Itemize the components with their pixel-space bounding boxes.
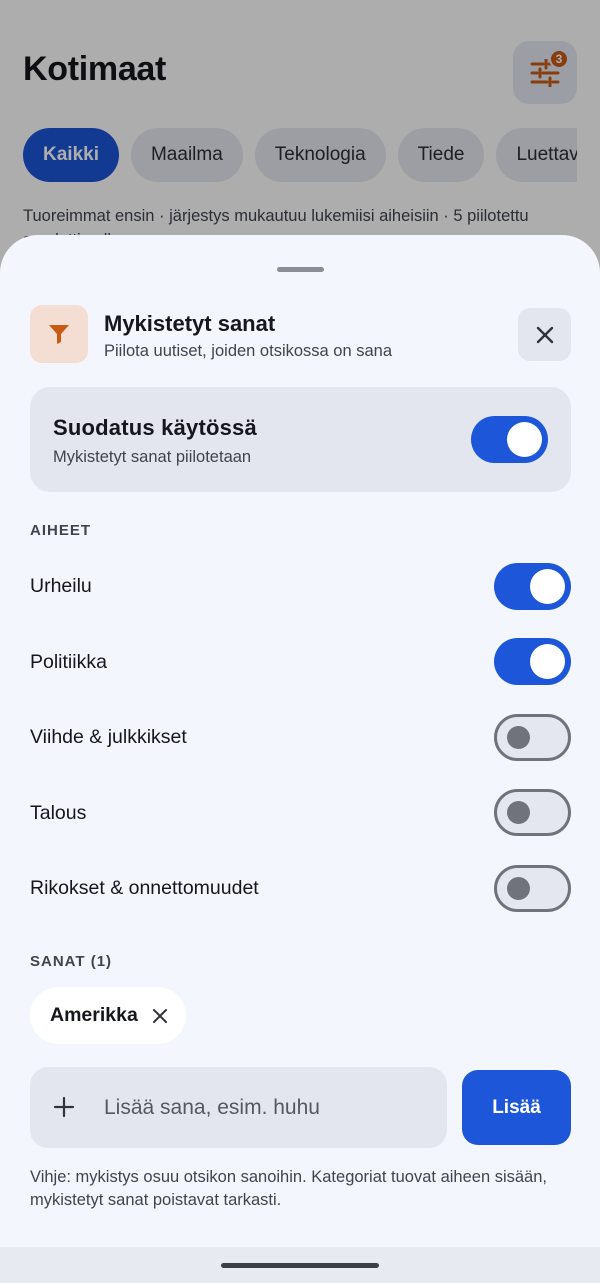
words-section-label: SANAT (1) <box>30 953 113 970</box>
topic-label-urheilu: Urheilu <box>30 575 92 597</box>
close-button[interactable] <box>518 308 571 361</box>
filter-enabled-title: Suodatus käytössä <box>53 415 257 440</box>
topic-toggle-politiikka[interactable] <box>494 638 571 685</box>
topic-toggle-talous[interactable] <box>494 789 571 836</box>
topics-section-label: AIHEET <box>30 522 92 539</box>
topic-toggle-urheilu[interactable] <box>494 563 571 610</box>
funnel-icon <box>49 325 69 344</box>
topic-label-politiikka: Politiikka <box>30 651 107 673</box>
toggle-knob <box>507 422 542 457</box>
sheet-drag-handle[interactable] <box>277 267 324 272</box>
topic-label-viihde: Viihde & julkkikset <box>30 726 187 748</box>
close-icon <box>536 326 553 343</box>
topic-toggle-viihde[interactable] <box>494 714 571 761</box>
filter-master-card: Suodatus käytössä Mykistetyt sanat piilo… <box>30 387 571 492</box>
add-word-field[interactable] <box>104 1067 434 1148</box>
sheet-subtitle: Piilota uutiset, joiden otsikossa on san… <box>104 342 393 360</box>
toggle-knob <box>530 569 565 604</box>
remove-word-close-icon[interactable] <box>152 1008 168 1024</box>
filter-enabled-toggle[interactable] <box>471 416 548 463</box>
toggle-knob <box>507 877 530 900</box>
topic-toggle-rikokset[interactable] <box>494 865 571 912</box>
add-word-input-box <box>30 1067 447 1148</box>
sheet-title: Mykistetyt sanat <box>104 311 276 336</box>
toggle-knob <box>530 644 565 679</box>
topic-label-rikokset: Rikokset & onnettomuudet <box>30 877 259 899</box>
muted-word-chip: Amerikka <box>30 987 186 1044</box>
topic-label-talous: Talous <box>30 802 87 824</box>
system-nav-bar <box>0 1247 600 1283</box>
home-gesture-pill[interactable] <box>221 1263 379 1268</box>
add-word-button[interactable]: Lisää <box>462 1070 571 1145</box>
header-icon-tile <box>30 305 88 363</box>
plus-icon <box>53 1096 75 1118</box>
muted-words-sheet: Mykistetyt sanat Piilota uutiset, joiden… <box>0 235 600 1247</box>
muted-word-label: Amerikka <box>50 1004 138 1026</box>
hint-text: Vihje: mykistys osuu otsikon sanoihin. K… <box>30 1168 547 1209</box>
toggle-knob <box>507 726 530 749</box>
filter-enabled-subtitle: Mykistetyt sanat piilotetaan <box>53 448 252 466</box>
toggle-knob <box>507 801 530 824</box>
